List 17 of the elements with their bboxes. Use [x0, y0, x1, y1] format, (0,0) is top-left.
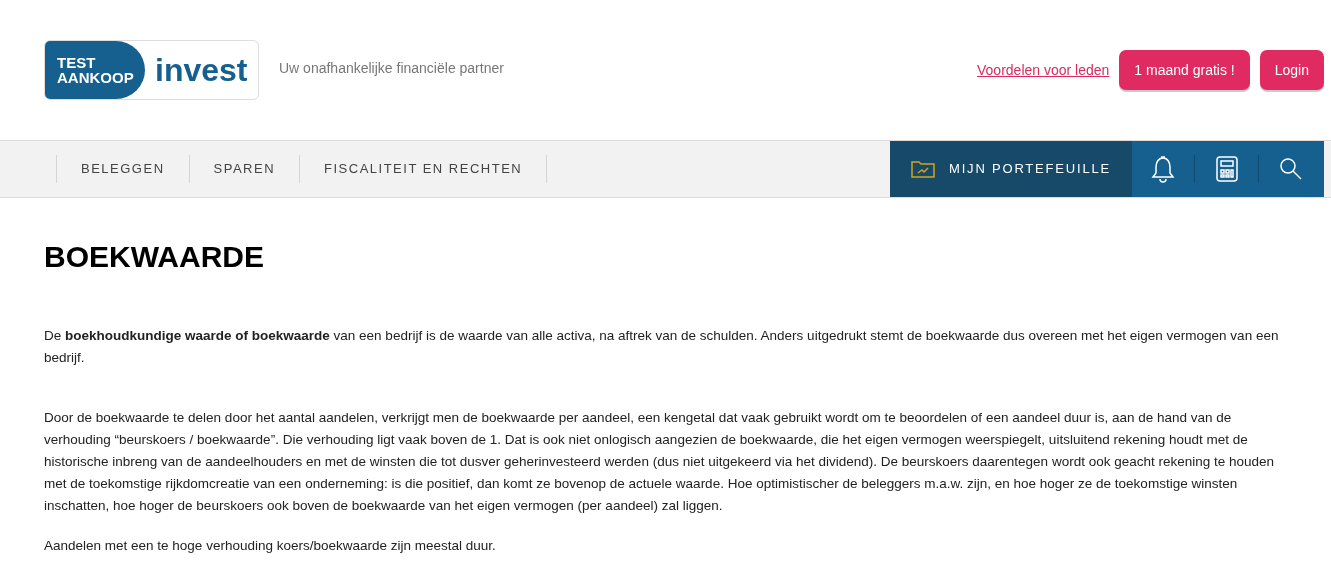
logo[interactable]: TEST AANKOOP invest — [44, 40, 259, 100]
free-trial-button[interactable]: 1 maand gratis ! — [1119, 50, 1250, 90]
nav-item[interactable]: FISCALITEIT EN RECHTEN — [300, 159, 547, 179]
portfolio-button[interactable]: MIJN PORTEFEUILLE — [890, 141, 1132, 197]
logo-text: invest — [154, 51, 249, 90]
nav-item[interactable]: BELEGGEN — [57, 159, 189, 179]
folder-chart-icon — [911, 160, 936, 178]
logo-text: AANKOOP — [57, 70, 135, 85]
members-link[interactable]: Voordelen voor leden — [977, 59, 1110, 81]
page-title: BOEKWAARDE — [44, 239, 265, 275]
paragraph: De boekhoudkundige waarde of boekwaarde van een bedrijf is de waarde van alle activa, na aftrek van de schulden. Anders uitgedrukt stemt de boekwaarde dus overeen met het eigen vermogen van een bedrijf. — [44, 327, 1280, 367]
login-button[interactable]: Login — [1259, 50, 1324, 90]
paragraph: Aandelen met een te hoge verhouding koers/boekwaarde zijn meestal duur. — [44, 537, 497, 555]
logo-text: TEST — [57, 55, 97, 70]
nav-item[interactable]: SPAREN — [189, 159, 300, 179]
tagline: Uw onafhankelijke financiële partner — [279, 58, 504, 78]
paragraph: Door de boekwaarde te delen door het aantal aandelen, verkrijgt men de boekwaarde per aandeel, een kengetal dat vaak gebruikt wordt om te beoordelen of een aandeel duur is, aan de hand van de verhouding “beurskoers / boekwaarde”. Die verhouding ligt vaak boven de 1. Dat is ook niet onlogisch aangezien de boekwaarde, die het eigen vermogen weerspiegelt, uitsluitend rekening houdt met de historische inbreng van de aandeelhouders en met de winsten die tot dusver geherinvesteerd werden (dus niet uitgekeerd via het dividend). De beurskoers daarentegen wordt ook geacht rekening te houden met de toekomstige rijkdomcreatie van een onderneming: is die positief, dan komt ze bovenop de actuele waarde. Hoe optimistischer de beleggers m.a.w. zijn, en hoe hoger ze de toekomstige winsten inschatten, hoe hoger de beurskoers ook boven de boekwaarde van het eigen vermogen (per aandeel) zal liggen. — [44, 409, 1276, 515]
